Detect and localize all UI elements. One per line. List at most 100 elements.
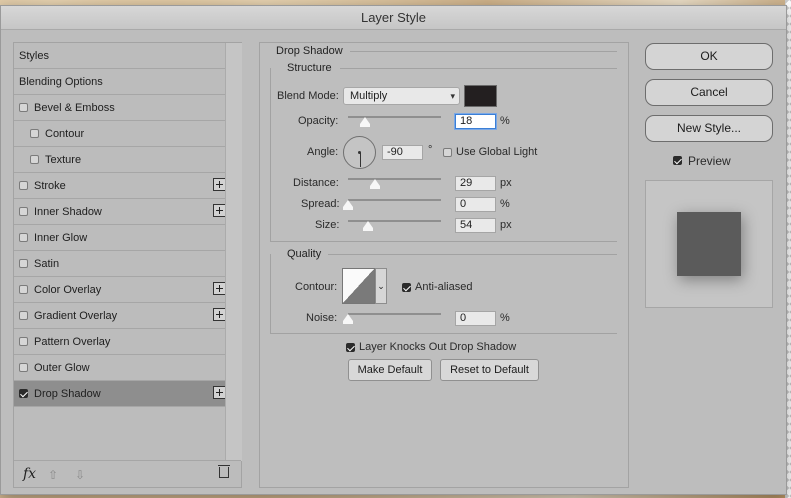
styles-list-item[interactable]: Satin <box>14 251 229 277</box>
new-style-button[interactable]: New Style... <box>645 115 773 142</box>
contour-dropdown[interactable]: ⌄ <box>375 268 387 304</box>
spread-slider-thumb[interactable] <box>343 200 353 210</box>
styles-list: Styles Blending Options Bevel & Emboss Cont… <box>13 42 242 488</box>
noise-label: Noise: <box>306 312 338 324</box>
distance-slider-track[interactable] <box>348 178 441 180</box>
distance-slider-thumb[interactable] <box>369 179 380 189</box>
anti-aliased-label: Anti-aliased <box>415 281 473 293</box>
structure-top-line <box>340 68 617 69</box>
styles-list-item[interactable]: Drop Shadow <box>14 381 229 407</box>
structure-title: Structure <box>287 62 332 74</box>
use-global-light-checkbox[interactable] <box>443 148 452 157</box>
chevron-down-icon: ▾ <box>450 91 455 101</box>
style-checkbox[interactable] <box>30 129 39 138</box>
distance-unit: px <box>500 177 512 189</box>
size-slider-thumb[interactable] <box>363 221 374 231</box>
styles-list-item-label: Stroke <box>34 179 66 192</box>
use-global-light-label: Use Global Light <box>456 146 538 158</box>
styles-list-item[interactable]: Contour <box>14 121 240 147</box>
styles-list-item-label: Satin <box>34 257 60 270</box>
distance-field[interactable]: 29 <box>455 176 496 191</box>
styles-list-item-label: Outer Glow <box>34 361 90 374</box>
preview-checkbox[interactable] <box>673 156 682 165</box>
spread-unit: % <box>500 198 510 210</box>
styles-list-item-label: Drop Shadow <box>34 387 101 400</box>
angle-label: Angle: <box>307 146 339 158</box>
quality-left-line <box>270 254 271 333</box>
make-default-button[interactable]: Make Default <box>348 359 432 381</box>
styles-list-item-label: Gradient Overlay <box>34 309 118 322</box>
section-divider <box>350 51 617 52</box>
styles-list-item-label: Styles <box>19 49 49 62</box>
spread-label: Spread: <box>301 198 340 210</box>
spread-slider-track[interactable] <box>348 199 441 201</box>
angle-dial[interactable] <box>343 136 376 169</box>
styles-list-item[interactable]: Blending Options <box>14 69 229 95</box>
size-field[interactable]: 54 <box>455 218 496 233</box>
opacity-field[interactable]: 18 <box>455 114 496 129</box>
dialog-title: Layer Style <box>1 6 786 30</box>
blend-mode-value: Multiply <box>350 90 388 102</box>
styles-list-item[interactable]: Styles <box>14 43 229 69</box>
styles-list-item-label: Texture <box>45 153 82 166</box>
quality-bottom-line <box>270 333 617 334</box>
spread-field[interactable]: 0 <box>455 197 496 212</box>
style-checkbox[interactable] <box>19 363 28 372</box>
style-checkbox[interactable] <box>19 389 28 398</box>
styles-list-item[interactable]: Inner Glow <box>14 225 229 251</box>
quality-top-line <box>328 254 617 255</box>
move-up-icon[interactable]: ⇧ <box>48 468 58 482</box>
style-checkbox[interactable] <box>19 311 28 320</box>
style-checkbox[interactable] <box>19 233 28 242</box>
fx-icon[interactable]: fx <box>23 466 36 482</box>
styles-list-item[interactable]: Stroke <box>14 173 229 199</box>
noise-slider-track[interactable] <box>348 313 441 315</box>
noise-field[interactable]: 0 <box>455 311 496 326</box>
move-down-icon[interactable]: ⇩ <box>75 468 85 482</box>
styles-list-item-label: Pattern Overlay <box>34 335 111 348</box>
styles-list-item[interactable]: Color Overlay <box>14 277 229 303</box>
noise-slider-thumb[interactable] <box>343 314 353 324</box>
section-title: Drop Shadow <box>276 45 343 57</box>
reset-to-default-button[interactable]: Reset to Default <box>440 359 539 381</box>
styles-list-item-label: Color Overlay <box>34 283 102 296</box>
trash-icon[interactable] <box>218 465 230 478</box>
styles-list-item[interactable]: Pattern Overlay <box>14 329 229 355</box>
angle-unit: ° <box>428 144 433 156</box>
blend-mode-select[interactable]: Multiply ▾ <box>343 87 460 105</box>
size-unit: px <box>500 219 512 231</box>
styles-list-item[interactable]: Texture <box>14 147 240 173</box>
styles-list-item[interactable]: Gradient Overlay <box>14 303 229 329</box>
contour-preview[interactable] <box>342 268 375 304</box>
structure-left-line <box>270 68 271 241</box>
style-checkbox[interactable] <box>19 259 28 268</box>
styles-list-footer: fx ⇧ ⇩ <box>14 460 241 487</box>
styles-list-item-label: Contour <box>45 127 85 140</box>
style-checkbox[interactable] <box>19 337 28 346</box>
styles-list-item[interactable]: Bevel & Emboss <box>14 95 229 121</box>
blend-mode-label: Blend Mode: <box>277 90 339 102</box>
angle-field[interactable]: -90 <box>382 145 423 160</box>
quality-title: Quality <box>287 248 322 260</box>
angle-dial-needle <box>360 153 361 167</box>
style-checkbox[interactable] <box>30 155 39 164</box>
styles-list-item[interactable]: Outer Glow <box>14 355 229 381</box>
anti-aliased-checkbox[interactable] <box>402 283 411 292</box>
shadow-color-swatch[interactable] <box>464 85 497 107</box>
styles-list-item[interactable]: Inner Shadow <box>14 199 229 225</box>
style-checkbox[interactable] <box>19 103 28 112</box>
style-checkbox[interactable] <box>19 207 28 216</box>
style-preview <box>645 180 773 308</box>
preview-label: Preview <box>688 154 731 168</box>
size-slider-track[interactable] <box>348 220 441 222</box>
layer-knocks-out-checkbox[interactable] <box>346 343 355 352</box>
style-checkbox[interactable] <box>19 285 28 294</box>
opacity-slider-thumb[interactable] <box>359 117 370 127</box>
ok-button[interactable]: OK <box>645 43 773 70</box>
styles-list-item-label: Bevel & Emboss <box>34 101 115 114</box>
layer-style-dialog: Layer Style Styles Blending Options Bevel … <box>0 5 787 495</box>
structure-bottom-line <box>270 241 617 242</box>
cancel-button[interactable]: Cancel <box>645 79 773 106</box>
style-checkbox[interactable] <box>19 181 28 190</box>
styles-list-scrollbar[interactable] <box>225 43 242 461</box>
